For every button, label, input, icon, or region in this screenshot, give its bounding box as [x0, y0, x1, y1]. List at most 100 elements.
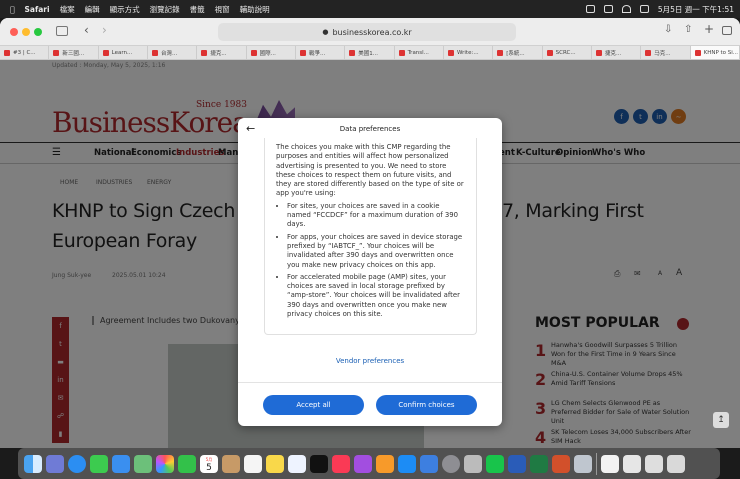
word-icon[interactable] — [508, 454, 526, 473]
battery-icon[interactable] — [603, 5, 613, 13]
browser-tab[interactable]: 捷克... — [592, 46, 642, 59]
menu-bar:  Safari 檔案 編輯 顯示方式 瀏覽記錄 書籤 視窗 輔助說明 5月5日… — [0, 0, 740, 18]
browser-window: ‹ › ● businesskorea.co.kr ⇩ ⇧ + #3 | C..… — [0, 18, 740, 448]
tab-label: Transl... — [407, 49, 429, 56]
menu-help[interactable]: 輔助說明 — [240, 4, 270, 15]
keynote-icon[interactable] — [420, 454, 438, 473]
browser-tab[interactable]: Transl... — [395, 46, 444, 59]
minimize-window-button[interactable] — [22, 28, 30, 36]
screen-sharing-icon[interactable] — [574, 454, 592, 473]
browser-tab-active[interactable]: KHNP to Si... — [690, 46, 740, 59]
powerpoint-icon[interactable] — [552, 454, 570, 473]
document-thumbnail-icon[interactable] — [601, 454, 619, 473]
maps-icon[interactable] — [134, 454, 152, 473]
share-icon[interactable]: ⇧ — [684, 24, 692, 35]
vendor-preferences-link[interactable]: Vendor preferences — [238, 357, 502, 365]
menu-history[interactable]: 瀏覽記錄 — [150, 4, 180, 15]
launchpad-icon[interactable] — [46, 454, 64, 473]
favicon-icon — [299, 49, 306, 56]
screen-icon[interactable] — [585, 5, 595, 13]
new-tab-icon[interactable]: + — [704, 22, 714, 36]
clock[interactable]: 5月5日 週一 下午1:51 — [658, 4, 734, 15]
favicon-icon — [4, 49, 10, 56]
dialog-content-panel[interactable]: The choices you make with this CMP regar… — [264, 138, 477, 335]
browser-tab[interactable]: 台灣... — [148, 46, 198, 59]
trash-icon[interactable] — [667, 454, 685, 473]
mail-icon[interactable] — [112, 454, 130, 473]
tab-label: 美國1... — [358, 50, 379, 57]
tab-bar: #3 | C... 新三國... Learn... 台灣... 捷克... 國際… — [0, 46, 740, 60]
zoom-window-button[interactable] — [34, 28, 42, 36]
finder-icon[interactable] — [24, 454, 42, 473]
wifi-icon[interactable] — [621, 5, 631, 13]
menu-app-name[interactable]: Safari — [25, 5, 50, 14]
browser-tab[interactable]: [系統... — [493, 46, 543, 59]
excel-icon[interactable] — [530, 454, 548, 473]
calendar-icon[interactable]: 5月 5 — [200, 454, 218, 473]
tab-label: Write:... — [456, 49, 479, 56]
favicon-icon — [595, 49, 602, 56]
document-thumbnail-icon[interactable] — [623, 454, 641, 473]
apple-icon[interactable]:  — [10, 5, 15, 14]
download-icon[interactable]: ⇩ — [664, 24, 672, 35]
messages-icon[interactable] — [90, 454, 108, 473]
line-icon[interactable] — [486, 454, 504, 473]
forward-arrow-icon[interactable]: › — [102, 23, 107, 37]
dialog-intro: The choices you make with this CMP regar… — [276, 143, 464, 198]
menu-view[interactable]: 顯示方式 — [110, 4, 140, 15]
favicon-icon — [250, 49, 257, 56]
browser-tab[interactable]: SCRC... — [543, 46, 592, 59]
tab-label: 台灣... — [160, 50, 178, 57]
app-store-icon[interactable] — [398, 454, 416, 473]
system-settings-icon[interactable] — [442, 454, 460, 473]
tab-label: #3 | C... — [13, 49, 36, 56]
browser-tab[interactable]: 捷克... — [197, 46, 247, 59]
tab-overview-icon[interactable] — [722, 26, 732, 35]
favicon-icon — [398, 49, 405, 56]
favicon-icon — [497, 49, 504, 56]
menu-bookmarks[interactable]: 書籤 — [190, 4, 205, 15]
browser-tab[interactable]: 新三國... — [49, 46, 99, 59]
browser-tab[interactable]: 马克... — [641, 46, 691, 59]
podcasts-icon[interactable] — [354, 454, 372, 473]
browser-tab[interactable]: Write:... — [444, 46, 494, 59]
favicon-icon — [546, 49, 553, 56]
preview-icon[interactable] — [464, 454, 482, 473]
tab-label: KHNP to Si... — [703, 49, 739, 56]
lock-icon: ● — [322, 28, 329, 36]
notes-icon[interactable] — [266, 454, 284, 473]
facetime-icon[interactable] — [178, 454, 196, 473]
confirm-choices-button[interactable]: Confirm choices — [376, 395, 477, 415]
close-window-button[interactable] — [10, 28, 18, 36]
contacts-icon[interactable] — [222, 454, 240, 473]
browser-tab[interactable]: Learn... — [99, 46, 148, 59]
dock: 5月 5 — [18, 448, 720, 479]
menu-window[interactable]: 視窗 — [215, 4, 230, 15]
document-thumbnail-icon[interactable] — [645, 454, 663, 473]
storage-amp-item: For accelerated mobile page (AMP) sites,… — [287, 273, 465, 319]
reminders-icon[interactable] — [244, 454, 262, 473]
address-bar-text: businesskorea.co.kr — [332, 27, 412, 37]
browser-tab[interactable]: 國際... — [247, 46, 296, 59]
browser-tab[interactable]: 戰爭... — [296, 46, 346, 59]
sidebar-toggle-icon[interactable] — [56, 26, 68, 36]
menu-file[interactable]: 檔案 — [60, 4, 75, 15]
accept-all-button[interactable]: Accept all — [263, 395, 364, 415]
scroll-top-icon[interactable]: ↥ — [713, 412, 729, 428]
pages-icon[interactable] — [376, 454, 394, 473]
tv-icon[interactable] — [310, 454, 328, 473]
music-icon[interactable] — [332, 454, 350, 473]
divider — [238, 382, 502, 383]
control-center-icon[interactable] — [639, 5, 649, 13]
browser-tab[interactable]: #3 | C... — [0, 46, 50, 59]
favicon-icon — [53, 49, 60, 56]
browser-tab[interactable]: 美國1... — [345, 46, 395, 59]
photos-icon[interactable] — [156, 454, 174, 473]
back-arrow-icon[interactable]: ‹ — [84, 23, 89, 37]
freeform-icon[interactable] — [288, 454, 306, 473]
storage-apps-item: For apps, your choices are saved in devi… — [287, 233, 465, 270]
address-bar[interactable]: ● businesskorea.co.kr — [218, 23, 516, 41]
safari-icon[interactable] — [68, 454, 86, 473]
favicon-icon — [447, 49, 454, 56]
menu-edit[interactable]: 編輯 — [85, 4, 100, 15]
